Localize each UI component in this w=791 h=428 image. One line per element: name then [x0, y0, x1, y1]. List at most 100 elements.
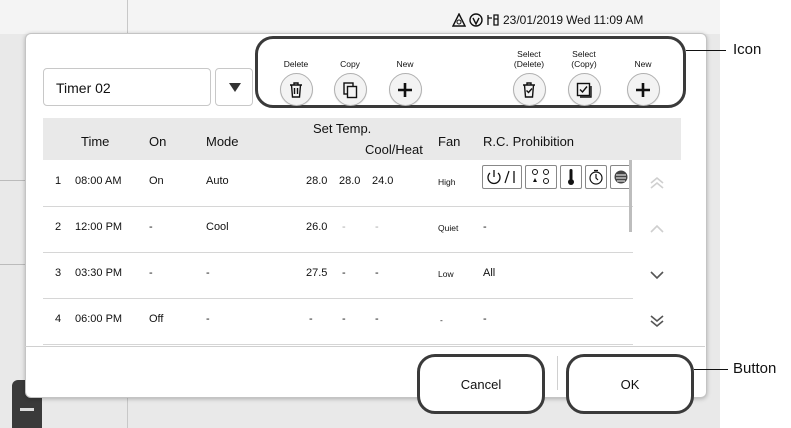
status-time: 11:09 AM [593, 13, 644, 27]
row-cool-temp: - [342, 221, 346, 233]
table-row[interactable]: 3 03:30 PM - - 27.5 - - Low All [43, 252, 633, 299]
header-on: On [149, 134, 167, 149]
thermometer-icon [560, 165, 582, 189]
scroll-down-button[interactable] [633, 252, 681, 298]
row-set-temp: 27.5 [306, 267, 328, 279]
row-set-temp: 26.0 [306, 221, 328, 233]
select-delete-tool: Select (Delete) [499, 49, 559, 106]
footer-divider [25, 346, 705, 347]
row-on: Off [149, 313, 164, 325]
table-header: Time On Mode Set Temp. Cool/Heat Fan R.C… [43, 118, 681, 160]
copy-label: Copy [340, 59, 360, 69]
select-delete-label: Select (Delete) [513, 49, 545, 69]
timer-icon [585, 165, 607, 189]
chevron-up-icon [650, 224, 664, 233]
row-fan: - [440, 315, 443, 325]
row-on: On [149, 175, 164, 187]
scroll-bottom-button[interactable] [633, 298, 681, 344]
row-rc-prohibition: - [483, 221, 487, 233]
row-heat-temp: - [375, 267, 379, 279]
select-copy-icon [576, 82, 592, 98]
header-time: Time [81, 134, 110, 149]
select-copy-tool: Select (Copy) [554, 49, 614, 106]
new2-label: New [634, 59, 652, 69]
header-mode: Mode [206, 134, 239, 149]
ok-label: OK [620, 376, 640, 392]
row-mode: - [206, 267, 210, 279]
delete-tool: Delete [266, 49, 326, 106]
row-mode: Auto [206, 175, 229, 187]
row-fan: Quiet [438, 223, 459, 233]
rc-prohibition-icons [482, 165, 632, 191]
row-rc-prohibition: - [483, 313, 487, 325]
row-mode: Cool [206, 221, 229, 233]
select-copy-label: Select (Copy) [571, 49, 597, 69]
row-set-temp: - [309, 313, 313, 325]
mode-icon [525, 165, 557, 189]
background-tab-mark [20, 408, 34, 411]
triangle-down-icon [229, 83, 241, 92]
table-row[interactable]: 4 06:00 PM Off - - - - - - [43, 298, 633, 345]
row-number: 1 [55, 175, 62, 187]
scroll-controls [633, 160, 681, 348]
cancel-button[interactable]: Cancel [417, 354, 545, 414]
trash-icon [290, 81, 302, 98]
icon-toolbar: Delete Copy New Select (Delete) Select (… [255, 36, 686, 108]
row-number: 3 [55, 267, 62, 279]
scrollbar-thumb[interactable] [629, 160, 632, 232]
schedule-icon [487, 14, 499, 26]
select-delete-button[interactable] [512, 73, 546, 106]
row-number: 2 [55, 221, 62, 233]
chevron-down-icon [650, 271, 664, 280]
ok-button[interactable]: OK [566, 354, 694, 414]
row-heat-temp: 24.0 [372, 175, 394, 187]
table-row[interactable]: 2 12:00 PM - Cool 26.0 - - Quiet - [43, 206, 633, 253]
maintenance-icon [469, 13, 483, 27]
table-row[interactable]: 1 08:00 AM On Auto 28.0 28.0 24.0 High [43, 160, 633, 207]
cancel-label: Cancel [460, 376, 502, 392]
row-cool-temp: 28.0 [339, 175, 361, 187]
row-on: - [149, 267, 153, 279]
copy-tool: Copy [320, 49, 380, 106]
row-time: 06:00 PM [75, 313, 123, 325]
double-chevron-up-icon [650, 176, 664, 189]
row-mode: - [206, 313, 210, 325]
scroll-up-button[interactable] [633, 206, 681, 252]
new2-tool: New [613, 49, 673, 106]
timer-name: Timer 02 [56, 80, 111, 96]
new-label: New [396, 59, 414, 69]
timer-select[interactable]: Timer 02 [43, 68, 211, 106]
scroll-top-button[interactable] [633, 160, 681, 206]
header-set-temp: Set Temp. [313, 121, 372, 136]
new2-button[interactable] [626, 73, 660, 106]
select-copy-button[interactable] [567, 73, 601, 106]
select-delete-icon [523, 81, 535, 98]
row-time: 12:00 PM [75, 221, 123, 233]
button-annotation: Button [733, 360, 777, 377]
row-fan: Low [438, 269, 454, 279]
warning-icon [452, 13, 466, 27]
row-time: 08:00 AM [75, 175, 122, 187]
row-cool-temp: - [342, 267, 346, 279]
on-off-icon [482, 165, 522, 189]
delete-button[interactable] [279, 73, 313, 106]
delete-label: Delete [283, 59, 309, 69]
icon-annotation: Icon [733, 41, 762, 58]
row-cool-temp: - [342, 313, 346, 325]
header-cool-heat: Cool/Heat [365, 142, 423, 157]
schedule-table: Time On Mode Set Temp. Cool/Heat Fan R.C… [43, 118, 681, 348]
header-fan: Fan [438, 134, 461, 149]
copy-icon [343, 81, 358, 98]
new-tool: New [375, 49, 435, 106]
new-button[interactable] [388, 73, 422, 106]
status-date: 23/01/2019 [503, 13, 564, 27]
status-bar: 23/01/2019 Wed 11:09 AM [452, 12, 643, 28]
row-heat-temp: - [375, 313, 379, 325]
row-number: 4 [55, 313, 62, 325]
row-heat-temp: - [375, 221, 379, 233]
plus-icon [636, 82, 650, 97]
plus-icon [398, 82, 412, 97]
copy-button[interactable] [333, 73, 367, 106]
header-rc-prohibition: R.C. Prohibition [483, 134, 575, 149]
timer-dropdown-button[interactable] [215, 68, 253, 106]
